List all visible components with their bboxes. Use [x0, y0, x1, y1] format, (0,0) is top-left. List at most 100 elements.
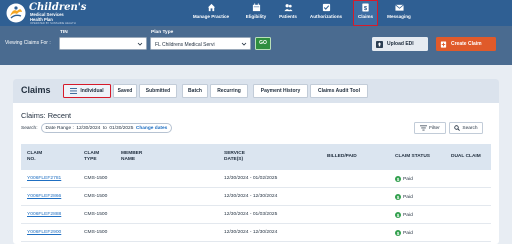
search-icon: [454, 125, 461, 131]
claim-status: $ Paid: [395, 176, 413, 182]
brand-tagline: OPERATED BY SUNSHINE HEALTH: [30, 21, 76, 25]
table-row: Y006FLEF2900 CMS-1500 12/30/2024 - 12/30…: [21, 224, 491, 242]
claim-type: CMS-1500: [84, 194, 108, 199]
claims-filter-bar: Viewing Claims For : TIN Plan Type FL Ch…: [0, 26, 512, 65]
claim-type: CMS-1500: [84, 212, 108, 217]
svg-text:$: $: [397, 231, 400, 236]
claim-status: $ Paid: [395, 212, 413, 218]
tab-claims-audit-tool[interactable]: Claims Audit Tool: [310, 84, 368, 98]
change-dates-link[interactable]: Change dates: [136, 126, 167, 131]
claim-number-link[interactable]: Y006FLEF2888: [27, 212, 61, 217]
service-dates: 12/30/2024 - 01/03/2025: [224, 212, 278, 217]
paid-dollar-icon: $: [395, 194, 401, 200]
col-billed-paid[interactable]: BILLED/PAID: [327, 154, 357, 160]
search-label: Search: [462, 125, 478, 131]
svg-text:$: $: [397, 213, 400, 218]
paid-dollar-icon: $: [395, 176, 401, 182]
table-row: Y006FLEF2781 CMS-1500 12/30/2024 - 01/02…: [21, 170, 491, 188]
table-row: Y006FLEF2888 CMS-1500 12/30/2024 - 01/03…: [21, 206, 491, 224]
search-label: Search:: [21, 125, 38, 131]
nav-claims[interactable]: $ Claims: [353, 0, 378, 26]
chevron-down-icon: [137, 42, 143, 46]
nav-manage-practice[interactable]: Manage Practice: [190, 0, 232, 26]
create-claim-label: Create Claim: [451, 41, 482, 47]
status-label: Paid: [403, 194, 413, 200]
claim-type: CMS-1500: [84, 176, 108, 181]
claim-status: $ Paid: [395, 194, 413, 200]
tab-saved[interactable]: Saved: [113, 84, 137, 98]
col-member-name[interactable]: MEMBER NAME: [121, 151, 142, 163]
calendar-icon: [252, 3, 260, 12]
col-claim-type[interactable]: CLAIM TYPE: [84, 151, 99, 163]
search-summary: Search: Date Range : 12/30/2024 to 01/30…: [21, 123, 173, 133]
upload-edi-button[interactable]: Upload EDI: [372, 37, 428, 51]
tab-submitted[interactable]: Submitted: [139, 84, 177, 98]
home-icon: [207, 3, 215, 12]
tab-label: Individual: [80, 88, 104, 94]
date-range-pill: Date Range : 12/30/2024 to 01/30/2025 Ch…: [40, 123, 173, 133]
nav-authorizations[interactable]: Authorizations: [307, 0, 345, 26]
svg-text:$: $: [397, 177, 400, 182]
nav-label: Claims: [357, 13, 374, 19]
col-claim-no[interactable]: CLAIM NO.: [27, 151, 42, 163]
table-row: Y006FLEF2866 CMS-1500 12/30/2024 - 12/30…: [21, 188, 491, 206]
nav-messaging[interactable]: Messaging: [384, 0, 414, 26]
brand-logo[interactable]: Children's Medical Services Health Plan …: [6, 2, 104, 25]
checkbox-icon: [322, 3, 330, 12]
claims-table-header: CLAIM NO. CLAIM TYPE MEMBER NAME SERVICE DAT…: [21, 144, 491, 170]
status-label: Paid: [403, 176, 413, 182]
claims-panel: Claims Individual Saved Submitted Batch …: [13, 79, 499, 244]
upload-edi-label: Upload EDI: [387, 41, 414, 47]
col-dual-claim[interactable]: DUAL CLAIM: [451, 154, 481, 160]
plan-type-value: FL Childrens Medical Servi: [155, 41, 215, 48]
top-nav: Children's Medical Services Health Plan …: [0, 0, 512, 26]
claim-type: CMS-1500: [84, 230, 108, 235]
filter-label: Filter: [429, 125, 440, 131]
date-from: 12/30/2024: [76, 125, 101, 131]
nav-label: Patients: [279, 14, 297, 19]
tin-select[interactable]: [59, 37, 147, 50]
nav-label: Authorizations: [309, 14, 343, 19]
viewing-claims-label: Viewing Claims For :: [5, 40, 51, 46]
nav-label: Manage Practice: [192, 14, 230, 19]
service-dates: 12/30/2024 - 12/30/2024: [224, 194, 278, 199]
date-range-label: Date Range :: [45, 125, 74, 131]
date-to-word: to: [102, 125, 107, 131]
upload-icon: [376, 40, 383, 48]
nav-label: Messaging: [387, 14, 411, 19]
filter-button[interactable]: Filter: [414, 122, 446, 134]
new-document-icon: [440, 40, 447, 48]
status-label: Paid: [403, 230, 413, 236]
dollar-doc-icon: $: [362, 2, 369, 11]
hamburger-icon: [70, 88, 78, 94]
date-to: 01/30/2025: [109, 125, 134, 131]
section-title: Claims: Recent: [21, 111, 72, 120]
tab-individual[interactable]: Individual: [63, 84, 111, 98]
plan-type-select[interactable]: FL Childrens Medical Servi: [150, 37, 251, 50]
search-button[interactable]: Search: [449, 122, 483, 134]
go-button[interactable]: GO: [255, 37, 271, 50]
tab-recurring[interactable]: Recurring: [210, 84, 248, 98]
claim-status: $ Paid: [395, 230, 413, 236]
claim-number-link[interactable]: Y006FLEF2866: [27, 194, 61, 199]
people-icon: [283, 4, 293, 12]
tab-payment-history[interactable]: Payment History: [253, 84, 308, 98]
claims-tabs-bar: Claims Individual Saved Submitted Batch …: [13, 79, 499, 103]
nav-patients[interactable]: Patients: [276, 0, 300, 26]
nav-eligibility[interactable]: Eligibility: [243, 0, 269, 26]
create-claim-button[interactable]: Create Claim: [436, 37, 496, 51]
service-dates: 12/30/2024 - 01/02/2025: [224, 176, 278, 181]
childrens-logo-icon: [6, 3, 26, 23]
tab-batch[interactable]: Batch: [182, 84, 208, 98]
tin-label: TIN: [60, 30, 68, 35]
nav-label: Eligibility: [245, 14, 267, 19]
col-service-dates[interactable]: SERVICE DATE(S): [224, 151, 245, 163]
col-claim-status[interactable]: CLAIM STATUS: [395, 154, 430, 160]
claim-number-link[interactable]: Y006FLEF2781: [27, 176, 61, 181]
claim-number-link[interactable]: Y006FLEF2900: [27, 230, 61, 235]
envelope-icon: [394, 4, 404, 11]
page-title: Claims: [21, 85, 51, 95]
paid-dollar-icon: $: [395, 212, 401, 218]
svg-text:$: $: [397, 195, 400, 200]
paid-dollar-icon: $: [395, 230, 401, 236]
